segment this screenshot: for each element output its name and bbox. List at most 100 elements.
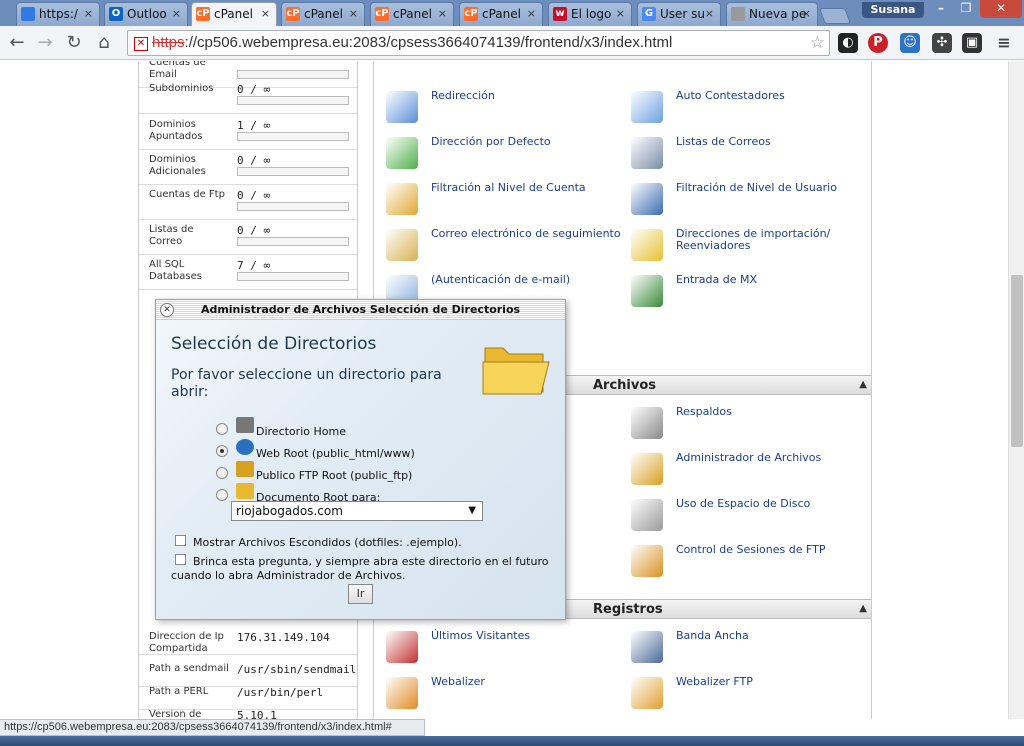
tab-close-icon[interactable]: ×: [705, 3, 714, 25]
go-button[interactable]: Ir: [348, 584, 373, 604]
tab-close-icon[interactable]: ×: [261, 3, 270, 25]
feature-label[interactable]: Entrada de MX: [676, 274, 876, 286]
user-filter-icon: [631, 183, 663, 215]
owl-extension-icon[interactable]: ◐: [838, 33, 858, 53]
tab-label: cPanel: [304, 7, 343, 21]
bookmark-star-icon[interactable]: ☆: [810, 33, 825, 53]
section-title: Archivos: [593, 378, 657, 393]
forward-icon[interactable]: →: [34, 32, 56, 54]
new-tab-button[interactable]: [819, 8, 851, 24]
feature-label[interactable]: Filtración de Nivel de Usuario: [676, 182, 876, 194]
profile-badge[interactable]: Susana: [862, 2, 924, 18]
tab-close-icon[interactable]: ×: [527, 3, 536, 25]
cpanel-icon: cP: [196, 7, 210, 21]
tab-close-icon[interactable]: ×: [84, 3, 93, 25]
reload-icon[interactable]: ↻: [63, 32, 85, 54]
feature-label[interactable]: Banda Ancha: [676, 630, 876, 642]
disk-usage-icon: [631, 499, 663, 531]
tab-3[interactable]: cP cPanel ×: [191, 2, 277, 26]
tab-close-icon[interactable]: ×: [616, 3, 625, 25]
feature-item[interactable]: Administrador de Archivos: [631, 451, 871, 491]
feature-label[interactable]: Redirección: [431, 90, 631, 102]
feature-item[interactable]: Auto Contestadores: [631, 89, 871, 129]
back-icon[interactable]: ←: [6, 32, 28, 54]
tab-6[interactable]: cP cPanel ×: [459, 2, 543, 26]
feature-item[interactable]: Redirección: [386, 89, 626, 129]
feature-item[interactable]: Control de Sesiones de FTP: [631, 543, 871, 583]
feature-label[interactable]: Filtración al Nivel de Cuenta: [431, 182, 631, 194]
scrollbar-thumb[interactable]: [1011, 275, 1023, 447]
directory-option[interactable]: Directorio Home: [216, 417, 536, 441]
feature-item[interactable]: Direcciones de importación/ Reenviadores: [631, 227, 871, 267]
stat-row: All SQL Databases 7 / ∞: [139, 255, 357, 290]
feature-label[interactable]: Webalizer: [431, 676, 631, 688]
tab-2[interactable]: O Outloo ×: [104, 2, 188, 26]
feature-item[interactable]: Correo electrónico de seguimiento: [386, 227, 626, 267]
feature-label[interactable]: Webalizer FTP: [676, 676, 876, 688]
stat-label: Direccion de Ip Compartida: [149, 631, 224, 654]
dialog-prompt: Por favor seleccione un directorio para …: [171, 367, 442, 400]
feature-item[interactable]: Webalizer: [386, 675, 626, 715]
address-bar[interactable]: ✕ https://cp506.webempresa.eu:2083/cpses…: [127, 30, 830, 56]
feature-item[interactable]: Filtración al Nivel de Cuenta: [386, 181, 626, 221]
feature-item[interactable]: Filtración de Nivel de Usuario: [631, 181, 871, 221]
tab-5[interactable]: cP cPanel ×: [370, 2, 454, 26]
radio-button[interactable]: [216, 445, 228, 457]
feature-label[interactable]: Últimos Visitantes: [431, 630, 631, 642]
tab-close-icon[interactable]: ×: [349, 3, 358, 25]
tab-close-icon[interactable]: ×: [172, 3, 181, 25]
feature-label[interactable]: Respaldos: [676, 406, 876, 418]
close-window-icon[interactable]: ✕: [980, 0, 1022, 18]
feature-label[interactable]: (Autenticación de e-mail): [431, 274, 631, 286]
feature-label[interactable]: Correo electrónico de seguimiento: [431, 228, 631, 240]
dialog-title-bar: ✕ Administrador de Archivos Selección de…: [156, 300, 565, 320]
page-scrollbar[interactable]: [1008, 61, 1024, 719]
collapse-icon[interactable]: ▲: [859, 603, 867, 614]
broken-lock-icon[interactable]: ✕: [134, 37, 148, 51]
tab-7[interactable]: w El logo ×: [548, 2, 632, 26]
stat-usage-bar: [237, 272, 349, 281]
print-extension-icon[interactable]: ▣: [962, 33, 982, 53]
directory-option[interactable]: Publico FTP Root (public_ftp): [216, 461, 536, 485]
feature-item[interactable]: Últimos Visitantes: [386, 629, 626, 669]
menu-icon[interactable]: ≡: [994, 33, 1014, 53]
tab-close-icon[interactable]: ×: [802, 3, 811, 25]
puzzle-extension-icon[interactable]: ✣: [932, 33, 952, 53]
feature-item[interactable]: Respaldos: [631, 405, 871, 445]
show-hidden-checkbox[interactable]: [175, 535, 186, 546]
stat-row: Version de PERL 5.10.1: [139, 705, 357, 719]
feature-item[interactable]: Entrada de MX: [631, 273, 871, 313]
feature-label[interactable]: Auto Contestadores: [676, 90, 876, 102]
directory-option[interactable]: Web Root (public_html/www): [216, 439, 536, 463]
feature-label[interactable]: Dirección por Defecto: [431, 136, 631, 148]
user-extension-icon[interactable]: ☺: [900, 33, 920, 53]
feature-item[interactable]: Dirección por Defecto: [386, 135, 626, 175]
stat-label: Version de PERL: [149, 709, 202, 719]
stat-usage-bar: [237, 202, 349, 211]
restore-icon[interactable]: ❐: [954, 0, 978, 18]
home-icon[interactable]: ⌂: [93, 32, 115, 54]
radio-button[interactable]: [216, 489, 228, 501]
feature-item[interactable]: Uso de Espacio de Disco: [631, 497, 871, 537]
radio-button[interactable]: [216, 467, 228, 479]
tab-1[interactable]: https:/ ×: [16, 2, 100, 26]
feature-label[interactable]: Control de Sesiones de FTP: [676, 544, 876, 556]
chevron-down-icon: ▼: [468, 505, 476, 516]
feature-label[interactable]: Listas de Correos: [676, 136, 876, 148]
feature-label[interactable]: Direcciones de importación/ Reenviadores: [676, 228, 876, 252]
feature-item[interactable]: Listas de Correos: [631, 135, 871, 175]
feature-label[interactable]: Administrador de Archivos: [676, 452, 876, 464]
minimize-icon[interactable]: –: [928, 0, 954, 18]
radio-button[interactable]: [216, 423, 228, 435]
tab-8[interactable]: G User su ×: [637, 2, 721, 26]
feature-label[interactable]: Uso de Espacio de Disco: [676, 498, 876, 510]
feature-item[interactable]: Webalizer FTP: [631, 675, 871, 715]
pinterest-icon[interactable]: P: [868, 33, 888, 53]
docroot-domain-select[interactable]: riojabogados.com ▼: [231, 501, 483, 521]
feature-item[interactable]: Banda Ancha: [631, 629, 871, 669]
tab-4[interactable]: cP cPanel ×: [281, 2, 365, 26]
tab-label: https:/: [39, 7, 78, 21]
tab-close-icon[interactable]: ×: [438, 3, 447, 25]
tab-9[interactable]: Nueva pe ×: [726, 2, 818, 26]
collapse-icon[interactable]: ▲: [859, 379, 867, 390]
